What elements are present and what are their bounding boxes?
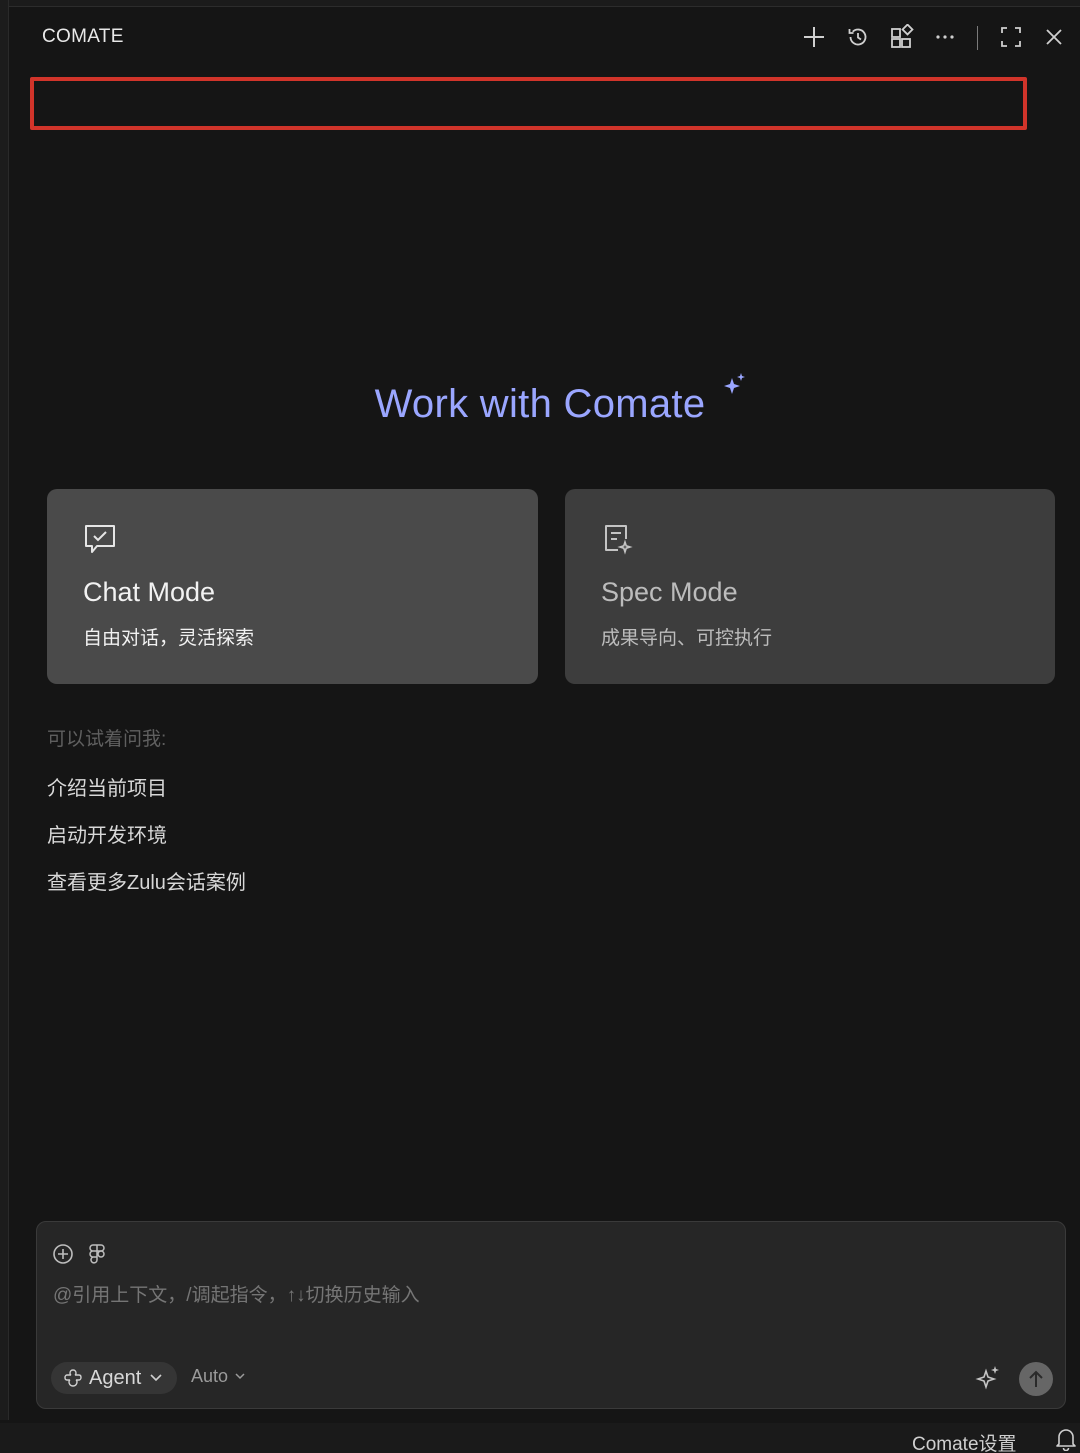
header-divider: [977, 26, 978, 50]
chevron-down-icon: [150, 1374, 162, 1382]
fullscreen-icon: [1001, 27, 1021, 47]
plus-icon: [804, 27, 824, 47]
model-label: Auto: [191, 1366, 229, 1386]
bell-icon[interactable]: [1055, 1427, 1077, 1451]
new-chat-button[interactable]: [799, 22, 829, 52]
more-button[interactable]: [930, 22, 960, 52]
suggestion-item[interactable]: 查看更多Zulu会话案例: [47, 866, 246, 895]
agent-icon: [64, 1369, 82, 1387]
fullscreen-button[interactable]: [996, 22, 1026, 52]
left-rail: [0, 0, 9, 1420]
chat-input[interactable]: [51, 1284, 955, 1308]
agent-label: Agent: [89, 1366, 142, 1389]
highlight-box: [30, 77, 1027, 130]
send-button[interactable]: [1019, 1362, 1053, 1396]
spec-mode-title: Spec Mode: [601, 577, 738, 607]
suggestion-item[interactable]: 启动开发环境: [47, 819, 167, 848]
sparkle-icon: [975, 1366, 999, 1390]
spec-mode-subtitle: 成果导向、可控执行: [601, 628, 773, 649]
comate-panel: COMATE Work with Comate Chat Mode 自由对话，灵…: [0, 0, 1080, 1453]
add-context-button[interactable]: [51, 1242, 75, 1266]
enhance-prompt-button[interactable]: [975, 1364, 1001, 1395]
chat-mode-title: Chat Mode: [83, 577, 216, 607]
spec-mode-card[interactable]: Spec Mode 成果导向、可控执行: [565, 489, 1055, 684]
chat-mode-card[interactable]: Chat Mode 自由对话，灵活探索: [47, 489, 538, 684]
hero: Work with Comate: [0, 382, 1080, 427]
arrow-up-icon: [1029, 1370, 1043, 1387]
history-button[interactable]: [843, 22, 873, 52]
history-icon: [848, 28, 867, 46]
comate-settings-link[interactable]: Comate设置: [912, 1429, 1017, 1453]
sparkle-icon: [724, 373, 745, 394]
figma-icon: [89, 1244, 105, 1264]
chat-check-icon: [85, 525, 115, 553]
status-bar: Comate设置: [0, 1423, 1080, 1453]
apps-button[interactable]: [887, 22, 917, 52]
model-selector[interactable]: Auto: [191, 1366, 246, 1387]
apps-icon: [891, 24, 914, 48]
spec-doc-icon: [605, 525, 633, 555]
suggestions-label: 可以试着问我:: [47, 729, 167, 750]
close-icon: [1046, 29, 1062, 45]
chat-mode-subtitle: 自由对话，灵活探索: [83, 628, 255, 649]
agent-selector[interactable]: Agent: [51, 1362, 177, 1394]
chevron-down-icon: [235, 1373, 245, 1380]
figma-button[interactable]: [85, 1242, 109, 1266]
close-button[interactable]: [1039, 22, 1069, 52]
more-icon: [936, 35, 954, 39]
panel-title: COMATE: [42, 26, 124, 47]
chat-composer: Agent Auto: [36, 1221, 1066, 1409]
panel-header: COMATE: [8, 6, 1080, 66]
hero-title: Work with Comate: [374, 382, 706, 426]
suggestion-item[interactable]: 介绍当前项目: [47, 772, 167, 801]
add-circle-icon: [53, 1244, 73, 1264]
